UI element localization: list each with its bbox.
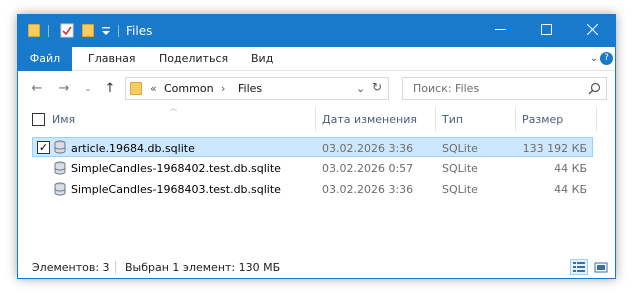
close-button[interactable]	[569, 15, 615, 47]
column-date-modified[interactable]: Дата изменения	[322, 113, 417, 126]
search-input[interactable]: Поиск: Files	[413, 82, 479, 95]
file-size: 133 192 КБ	[522, 142, 587, 155]
address-dropdown-icon[interactable]: ⌄	[356, 82, 365, 95]
file-date: 03.02.2026 3:36	[322, 142, 414, 155]
breadcrumb-common[interactable]: Common	[164, 82, 214, 95]
minimize-icon	[494, 29, 506, 30]
file-type: SQLite	[442, 183, 478, 196]
address-bar[interactable]: « Common › Files ⌄ ↻	[125, 77, 389, 100]
file-row[interactable]: SimpleCandles-1968402.test.db.sqlite 03.…	[32, 158, 593, 178]
details-view-button[interactable]	[570, 259, 588, 275]
sqlite-file-icon	[54, 182, 66, 196]
folder-icon	[130, 82, 142, 95]
sort-ascending-icon: ︿	[170, 104, 177, 112]
search-icon	[588, 82, 601, 95]
select-all-checkbox[interactable]	[32, 113, 45, 126]
navigation-bar: ← → ⌄ ↑ « Common › Files ⌄ ↻ Поиск: File…	[18, 71, 615, 107]
help-icon[interactable]: ?	[600, 52, 613, 65]
close-icon	[586, 23, 598, 36]
file-size: 44 КБ	[554, 162, 587, 175]
tab-view[interactable]: Вид	[239, 47, 285, 71]
column-name[interactable]: Имя	[52, 113, 75, 126]
up-arrow-icon[interactable]: ↑	[102, 81, 118, 97]
explorer-window: Files Файл Главная Поделиться Вид ⌄ ? ← …	[17, 14, 616, 279]
title-divider	[48, 25, 49, 37]
column-size[interactable]: Размер	[522, 113, 563, 126]
file-date: 03.02.2026 3:36	[322, 183, 414, 196]
maximize-button[interactable]	[523, 15, 569, 47]
address-overflow-icon[interactable]: «	[150, 82, 157, 95]
column-headers: ︿ Имя Дата изменения Тип Размер	[18, 104, 600, 131]
file-row[interactable]: ✓ article.19684.db.sqlite 03.02.2026 3:3…	[32, 137, 593, 157]
column-divider[interactable]	[596, 107, 597, 131]
tab-home[interactable]: Главная	[76, 47, 148, 71]
file-date: 03.02.2026 0:57	[322, 162, 414, 175]
column-divider[interactable]	[315, 107, 316, 131]
large-icons-view-icon	[594, 262, 608, 273]
status-bar: Элементов: 3 Выбран 1 элемент: 130 МБ	[18, 255, 615, 279]
properties-icon[interactable]	[60, 23, 74, 38]
row-checkbox[interactable]: ✓	[37, 141, 50, 154]
search-box[interactable]: Поиск: Files	[402, 77, 607, 100]
refresh-icon[interactable]: ↻	[372, 80, 382, 94]
customize-toolbar-icon[interactable]	[100, 27, 112, 37]
status-divider	[115, 261, 116, 274]
item-count: Элементов: 3	[32, 261, 110, 274]
selection-info: Выбран 1 элемент: 130 МБ	[125, 261, 281, 274]
window-title: Files	[126, 24, 153, 38]
column-divider[interactable]	[515, 107, 516, 131]
back-arrow-icon[interactable]: ←	[29, 81, 45, 97]
sqlite-file-icon	[54, 161, 66, 175]
file-name: SimpleCandles-1968402.test.db.sqlite	[71, 162, 281, 175]
breadcrumb-separator-icon[interactable]: ›	[221, 82, 225, 95]
large-icons-view-button[interactable]	[592, 259, 610, 275]
title-bar[interactable]: Files	[18, 15, 615, 47]
sqlite-file-icon	[54, 140, 66, 154]
tab-share[interactable]: Поделиться	[147, 47, 240, 71]
file-row[interactable]: SimpleCandles-1968403.test.db.sqlite 03.…	[32, 179, 593, 199]
file-name: SimpleCandles-1968403.test.db.sqlite	[71, 183, 281, 196]
folder-icon	[28, 24, 40, 37]
details-view-icon	[573, 262, 585, 272]
minimize-button[interactable]	[477, 15, 523, 47]
title-divider	[118, 25, 119, 37]
recent-locations-chevron-icon[interactable]: ⌄	[80, 81, 96, 97]
column-type[interactable]: Тип	[442, 113, 463, 126]
forward-arrow-icon[interactable]: →	[56, 81, 72, 97]
ribbon-tabs: Файл Главная Поделиться Вид ⌄ ?	[18, 47, 615, 71]
breadcrumb-files[interactable]: Files	[238, 82, 262, 95]
file-type: SQLite	[442, 142, 478, 155]
chevron-down-icon[interactable]: ⌄	[588, 53, 600, 65]
file-size: 44 КБ	[554, 183, 587, 196]
file-name: article.19684.db.sqlite	[71, 142, 195, 155]
new-folder-icon[interactable]	[82, 24, 94, 37]
maximize-icon	[540, 24, 552, 35]
tab-file[interactable]: Файл	[18, 47, 72, 71]
file-type: SQLite	[442, 162, 478, 175]
column-divider[interactable]	[435, 107, 436, 131]
